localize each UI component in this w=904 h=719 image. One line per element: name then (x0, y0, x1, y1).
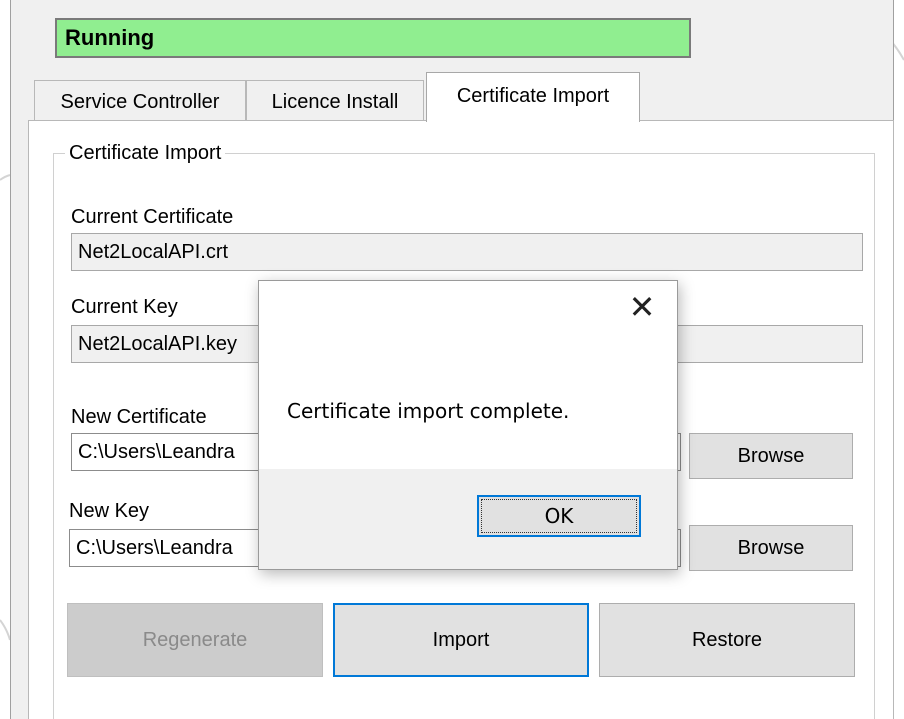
status-bar: Running (55, 18, 691, 58)
dialog-message: Certificate import complete. (287, 399, 570, 423)
ok-button[interactable]: OK (477, 495, 641, 537)
tab-licence-install[interactable]: Licence Install (246, 80, 424, 124)
message-dialog: ✕ Certificate import complete. OK (258, 280, 678, 570)
groupbox-title: Certificate Import (65, 141, 226, 165)
tab-certificate-import[interactable]: Certificate Import (426, 72, 640, 122)
dialog-footer: OK (259, 469, 677, 569)
new-key-label: New Key (69, 500, 150, 522)
close-icon[interactable]: ✕ (627, 291, 657, 323)
browse-key-button[interactable]: Browse (689, 525, 853, 571)
browse-certificate-button[interactable]: Browse (689, 433, 853, 479)
current-key-label: Current Key (71, 296, 178, 318)
regenerate-button: Regenerate (67, 603, 323, 677)
import-button[interactable]: Import (333, 603, 589, 677)
tab-service-controller[interactable]: Service Controller (34, 80, 246, 124)
current-certificate-field: Net2LocalAPI.crt (71, 233, 863, 271)
new-certificate-label: New Certificate (71, 406, 207, 428)
restore-button[interactable]: Restore (599, 603, 855, 677)
current-certificate-label: Current Certificate (71, 206, 234, 228)
